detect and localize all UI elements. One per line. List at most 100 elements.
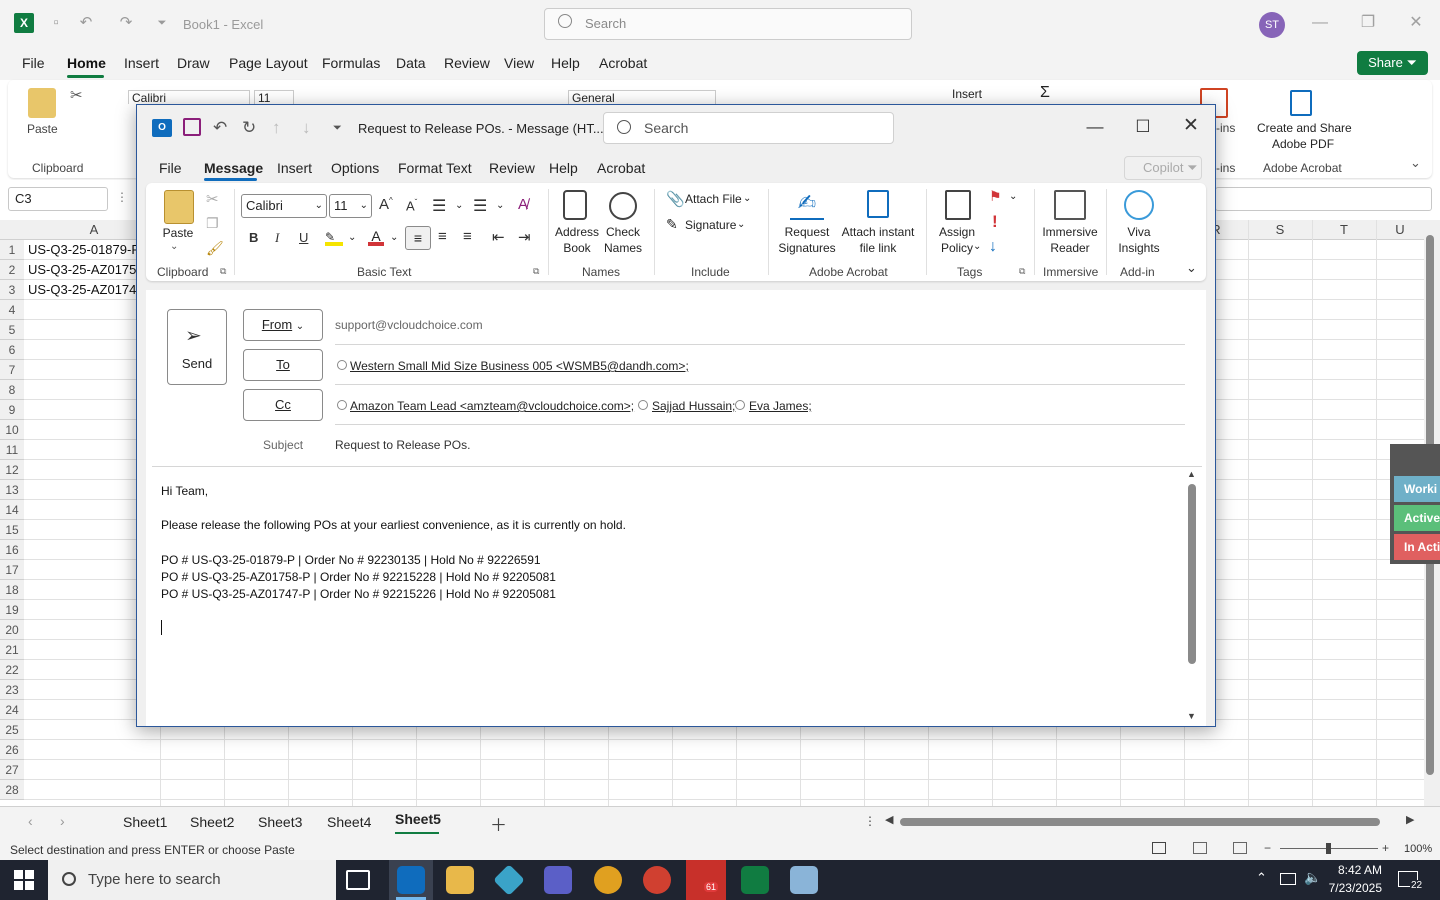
- check-names-icon[interactable]: [609, 192, 637, 220]
- chrome-icon[interactable]: [594, 866, 622, 894]
- zoom-level[interactable]: 100%: [1404, 843, 1432, 855]
- row-header[interactable]: 27: [0, 760, 24, 780]
- excel-cut-icon[interactable]: ✂: [70, 86, 83, 104]
- viva-insights-line2[interactable]: Insights: [1112, 240, 1166, 256]
- row-header[interactable]: 11: [0, 440, 24, 460]
- sheet-prev-icon[interactable]: ‹: [28, 813, 33, 829]
- outlook-save-icon[interactable]: [183, 118, 201, 136]
- row-header[interactable]: 12: [0, 460, 24, 480]
- excel-tab-review[interactable]: Review: [444, 55, 490, 71]
- cell-a2[interactable]: US-Q3-25-AZ01758: [28, 260, 136, 280]
- row-header[interactable]: 10: [0, 420, 24, 440]
- viva-insights-line1[interactable]: Viva: [1112, 224, 1166, 240]
- numbering-icon[interactable]: ☰: [473, 196, 487, 216]
- excel-paste-icon[interactable]: [28, 88, 56, 118]
- cell-a1[interactable]: US-Q3-25-01879-P: [28, 240, 136, 260]
- copilot-button[interactable]: Copilot ⏷: [1124, 156, 1202, 180]
- sheet-tab-1[interactable]: Sheet1: [123, 814, 167, 830]
- task-view-icon[interactable]: [346, 870, 370, 890]
- excel-tab-acrobat[interactable]: Acrobat: [599, 55, 647, 71]
- zoom-out-icon[interactable]: −: [1264, 841, 1271, 855]
- excel-font-size-select[interactable]: 11: [254, 90, 294, 104]
- follow-up-flag-icon[interactable]: ⚑: [989, 188, 1002, 205]
- cc-recipient-2[interactable]: Sajjad Hussain;: [652, 399, 735, 413]
- row-header[interactable]: 18: [0, 580, 24, 600]
- page-layout-view-icon[interactable]: [1193, 842, 1207, 854]
- excel-undo-icon[interactable]: ↶: [76, 13, 96, 33]
- viva-insights-icon[interactable]: [1124, 190, 1154, 220]
- attach-file-button[interactable]: Attach File: [685, 192, 742, 206]
- outlook-paste-icon[interactable]: [164, 190, 194, 224]
- excel-ribbon-collapse-icon[interactable]: ⌄: [1410, 155, 1421, 171]
- row-header[interactable]: 2: [0, 260, 24, 280]
- excel-redo-icon[interactable]: ↷: [116, 13, 136, 33]
- numbering-dropdown-icon[interactable]: ⌄: [496, 200, 504, 211]
- font-color-icon[interactable]: A: [368, 228, 384, 246]
- taskbar-time[interactable]: 8:42 AM: [1332, 863, 1382, 877]
- outlook-font-size-select[interactable]: 11 ⌄: [329, 194, 372, 218]
- share-button[interactable]: Share ⏷: [1357, 51, 1428, 75]
- windows-start-icon[interactable]: [14, 870, 34, 890]
- outlook-maximize-icon[interactable]: ☐: [1131, 117, 1155, 137]
- immersive-reader-icon[interactable]: [1054, 190, 1086, 220]
- assign-policy-dropdown-icon[interactable]: ⌄: [973, 241, 981, 252]
- outlook-search-input[interactable]: Search: [603, 112, 894, 144]
- compose-scroll-thumb[interactable]: [1188, 484, 1196, 664]
- outlook-taskbar-icon[interactable]: [397, 866, 425, 894]
- row-header[interactable]: 20: [0, 620, 24, 640]
- outlook-tab-message[interactable]: Message: [204, 160, 263, 176]
- cc-recipient-1[interactable]: Amazon Team Lead <amzteam@vcloudchoice.c…: [350, 399, 634, 413]
- row-header[interactable]: 5: [0, 320, 24, 340]
- row-header[interactable]: 16: [0, 540, 24, 560]
- excel-autosum-icon[interactable]: Σ: [1040, 84, 1050, 102]
- bullets-icon[interactable]: ☰: [432, 196, 446, 216]
- from-button[interactable]: From ⌄: [243, 309, 323, 341]
- excel-tab-file[interactable]: File: [22, 55, 45, 71]
- tab-options-icon[interactable]: ⋮: [864, 814, 876, 828]
- underline-button[interactable]: U: [299, 230, 308, 245]
- excel-close-icon[interactable]: ✕: [1401, 10, 1431, 36]
- cc-button[interactable]: Cc: [243, 389, 323, 421]
- status-inactive-button[interactable]: In Acti: [1394, 534, 1440, 560]
- sheet-tab-3[interactable]: Sheet3: [258, 814, 302, 830]
- tray-chevron-icon[interactable]: ⌃: [1256, 870, 1267, 886]
- address-book-icon[interactable]: [563, 190, 587, 220]
- status-active-button[interactable]: Active: [1394, 505, 1440, 531]
- outlook-customize-qat-icon[interactable]: ⏷: [333, 122, 342, 135]
- request-signatures-line1[interactable]: Request: [776, 224, 838, 240]
- row-header[interactable]: 1: [0, 240, 24, 260]
- excel-maximize-icon[interactable]: ❐: [1353, 10, 1383, 36]
- signature-icon[interactable]: ✎: [666, 216, 678, 233]
- body-greeting[interactable]: Hi Team,: [161, 484, 208, 498]
- check-names-line1[interactable]: Check: [600, 224, 646, 240]
- outlook-close-icon[interactable]: ✕: [1179, 114, 1203, 137]
- row-header[interactable]: 26: [0, 740, 24, 760]
- to-button[interactable]: To: [243, 349, 323, 381]
- assign-policy-icon[interactable]: [945, 190, 971, 220]
- file-explorer-icon[interactable]: [446, 866, 474, 894]
- bold-button[interactable]: B: [249, 230, 258, 245]
- excel-tab-insert[interactable]: Insert: [124, 55, 159, 71]
- normal-view-icon[interactable]: [1152, 842, 1166, 854]
- highlight-icon[interactable]: ✎: [325, 230, 343, 246]
- column-header-u[interactable]: U: [1376, 221, 1424, 239]
- cell-a3[interactable]: US-Q3-25-AZ01747: [28, 280, 136, 300]
- zoom-slider-thumb[interactable]: [1326, 843, 1331, 854]
- notepad-icon[interactable]: [790, 866, 818, 894]
- outlook-font-select[interactable]: Calibri ⌄: [241, 194, 327, 218]
- excel-horizontal-scroll-thumb[interactable]: [900, 818, 1380, 826]
- outlook-cut-icon[interactable]: ✂: [206, 190, 219, 208]
- column-header-s[interactable]: S: [1248, 221, 1312, 239]
- to-recipient[interactable]: Western Small Mid Size Business 005 <WSM…: [350, 359, 689, 373]
- body-po-line-3[interactable]: PO # US-Q3-25-AZ01747-P | Order No # 922…: [161, 587, 556, 601]
- outlook-undo-icon[interactable]: ↶: [213, 118, 227, 138]
- outlook-tab-insert[interactable]: Insert: [277, 160, 312, 176]
- basic-text-launcher-icon[interactable]: ⧉: [533, 266, 539, 277]
- body-request[interactable]: Please release the following POs at your…: [161, 518, 626, 532]
- outlook-tab-acrobat[interactable]: Acrobat: [597, 160, 645, 176]
- body-po-line-2[interactable]: PO # US-Q3-25-AZ01758-P | Order No # 922…: [161, 570, 556, 584]
- outlook-tab-options[interactable]: Options: [331, 160, 379, 176]
- row-header[interactable]: 14: [0, 500, 24, 520]
- attach-instant-link-line1[interactable]: Attach instant: [838, 224, 918, 240]
- subject-input[interactable]: Request to Release POs.: [335, 438, 470, 452]
